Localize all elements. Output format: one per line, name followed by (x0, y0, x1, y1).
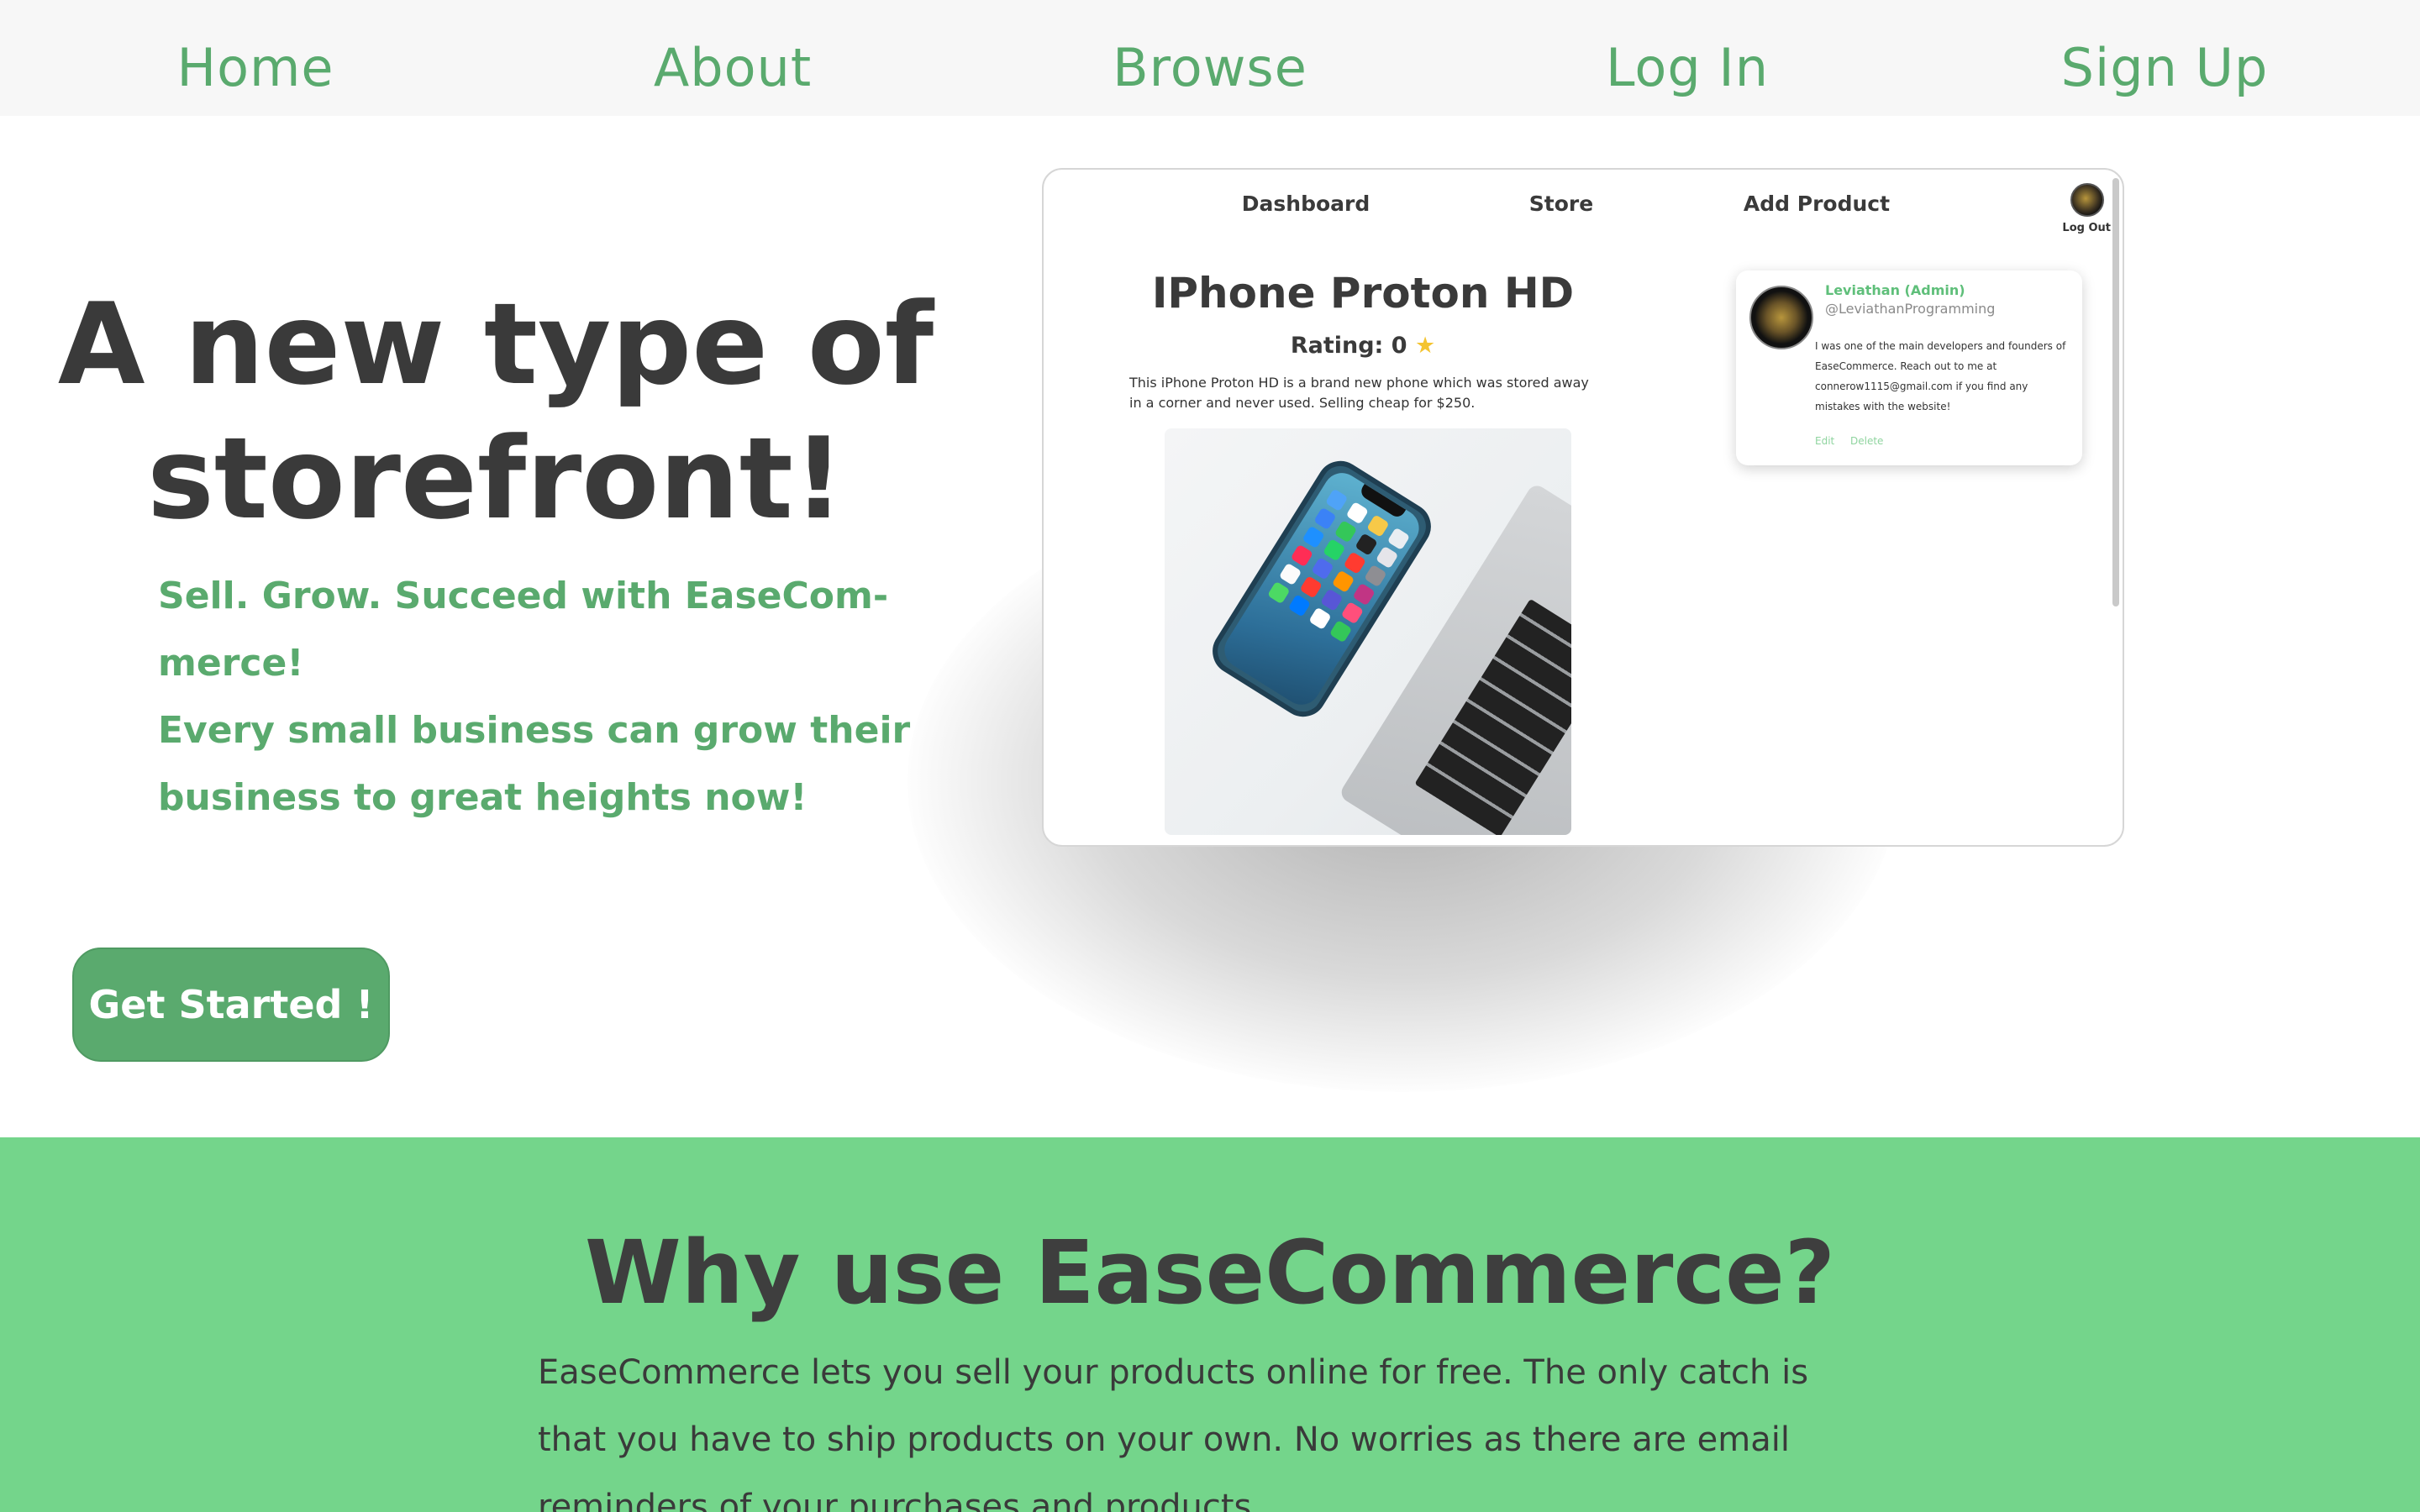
seller-name: Leviathan (Admin) (1825, 282, 1965, 298)
hero-title-line2: storefront! (147, 413, 844, 544)
hero-subtitle: Sell. Grow. Succeed with EaseCom- merce!… (158, 563, 914, 832)
app-preview-screenshot: Dashboard Store Add Product Log Out IPho… (1042, 168, 2124, 847)
nav-login-link[interactable]: Log In (1606, 37, 1769, 98)
nav-about-link[interactable]: About (654, 37, 812, 98)
nav-signup-link[interactable]: Sign Up (2061, 37, 2269, 98)
preview-product-description: This iPhone Proton HD is a brand new pho… (1129, 375, 1589, 411)
phone-graphic (1203, 452, 1440, 726)
nav-browse-link[interactable]: Browse (1113, 37, 1307, 98)
preview-product-rating: Rating: 0 ★ (1119, 333, 1607, 359)
preview-nav-dashboard: Dashboard (1241, 192, 1370, 216)
preview-avatar (2070, 183, 2104, 217)
why-text: EaseCommerce lets you sell your products… (538, 1353, 1809, 1512)
why-title: Why use EaseCommerce? (585, 1221, 1835, 1324)
preview-logout-label: Log Out (2062, 222, 2111, 234)
preview-nav-store: Store (1528, 192, 1594, 216)
seller-handle: @LeviathanProgramming (1825, 301, 1996, 317)
seller-avatar (1749, 286, 1813, 349)
seller-edit-link: Edit (1815, 435, 1835, 447)
hero-sub-line1: Sell. Grow. Succeed with EaseCom- (158, 575, 889, 617)
hero-sub-line4: business to great heights now! (158, 776, 808, 819)
preview-nav-add-product: Add Product (1743, 192, 1891, 216)
star-icon: ★ (1414, 333, 1436, 359)
why-section: Why use EaseCommerce? EaseCommerce lets … (0, 1137, 2420, 1512)
nav-home-link[interactable]: Home (176, 37, 334, 98)
hero-title: A new type of storefront! (50, 277, 941, 546)
top-nav: Home About Browse Log In Sign Up (0, 0, 2420, 116)
seller-delete-link: Delete (1850, 435, 1884, 447)
preview-seller-card: Leviathan (Admin) @LeviathanProgramming … (1736, 270, 2082, 465)
preview-scrollbar (2112, 178, 2119, 606)
preview-rating-label: Rating: 0 (1290, 333, 1407, 359)
get-started-button[interactable]: Get Started ! (72, 948, 390, 1062)
preview-product-title: IPhone Proton HD (1151, 269, 1575, 318)
seller-bio: I was one of the main developers and fou… (1815, 340, 2066, 412)
hero-sub-line3: Every small business can grow their (158, 709, 911, 752)
preview-product-image (1165, 428, 1571, 835)
hero-sub-line2: merce! (158, 642, 304, 685)
hero-title-line1: A new type of (57, 279, 934, 410)
